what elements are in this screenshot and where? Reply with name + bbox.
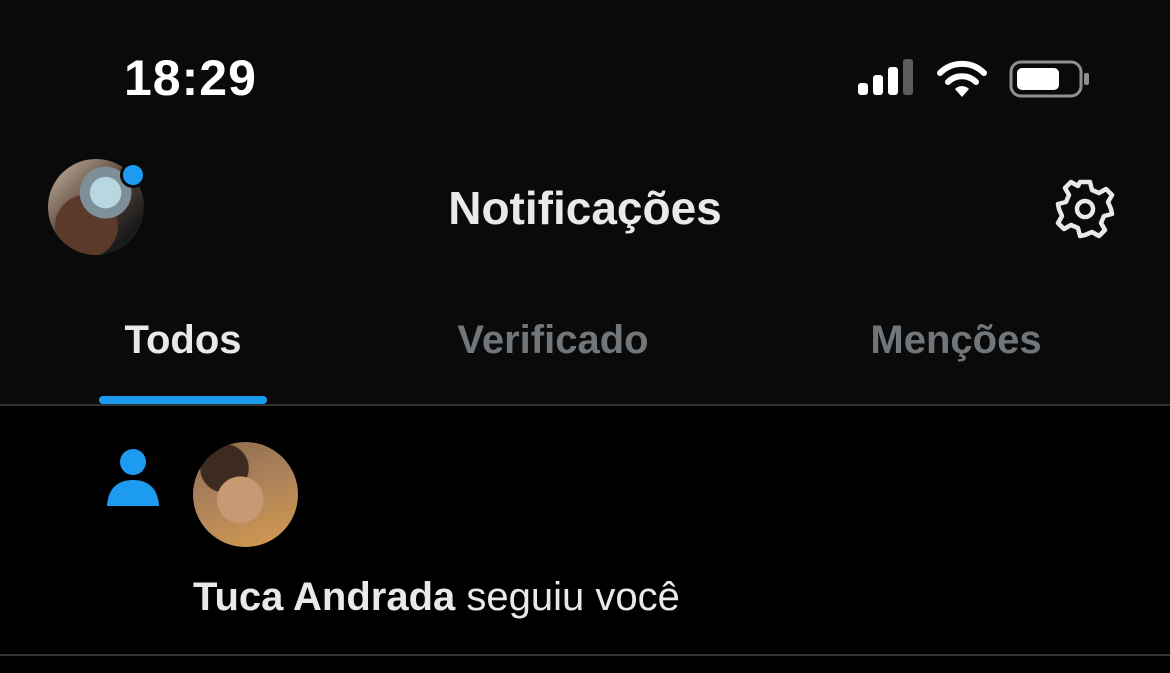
- gear-icon[interactable]: [1052, 177, 1118, 241]
- page-title: Notificações: [448, 182, 722, 234]
- person-icon: [107, 449, 159, 506]
- divider: [0, 654, 1170, 656]
- user-name[interactable]: Tuca Andrada: [193, 575, 455, 619]
- user-avatar[interactable]: [193, 442, 298, 547]
- tab-verificado[interactable]: Verificado: [425, 314, 681, 366]
- battery-icon: [1009, 60, 1089, 98]
- tab-mencoes[interactable]: Menções: [838, 314, 1074, 366]
- notification-item[interactable]: Tuca Andrada seguiu você: [0, 406, 1170, 654]
- wifi-icon: [937, 60, 987, 97]
- notification-action: seguiu você: [455, 575, 680, 619]
- tab-bar: Todos Verificado Menções: [0, 300, 1170, 405]
- tab-todos[interactable]: Todos: [98, 314, 268, 366]
- status-icons: [850, 55, 1100, 100]
- cellular-signal-icon: [858, 59, 913, 95]
- top-bar: 18:29 Notificações Todos Verificado Menç…: [0, 0, 1170, 405]
- active-tab-indicator: [99, 396, 267, 404]
- notification-text: Tuca Andrada seguiu você: [193, 572, 680, 622]
- status-time: 18:29: [124, 50, 257, 106]
